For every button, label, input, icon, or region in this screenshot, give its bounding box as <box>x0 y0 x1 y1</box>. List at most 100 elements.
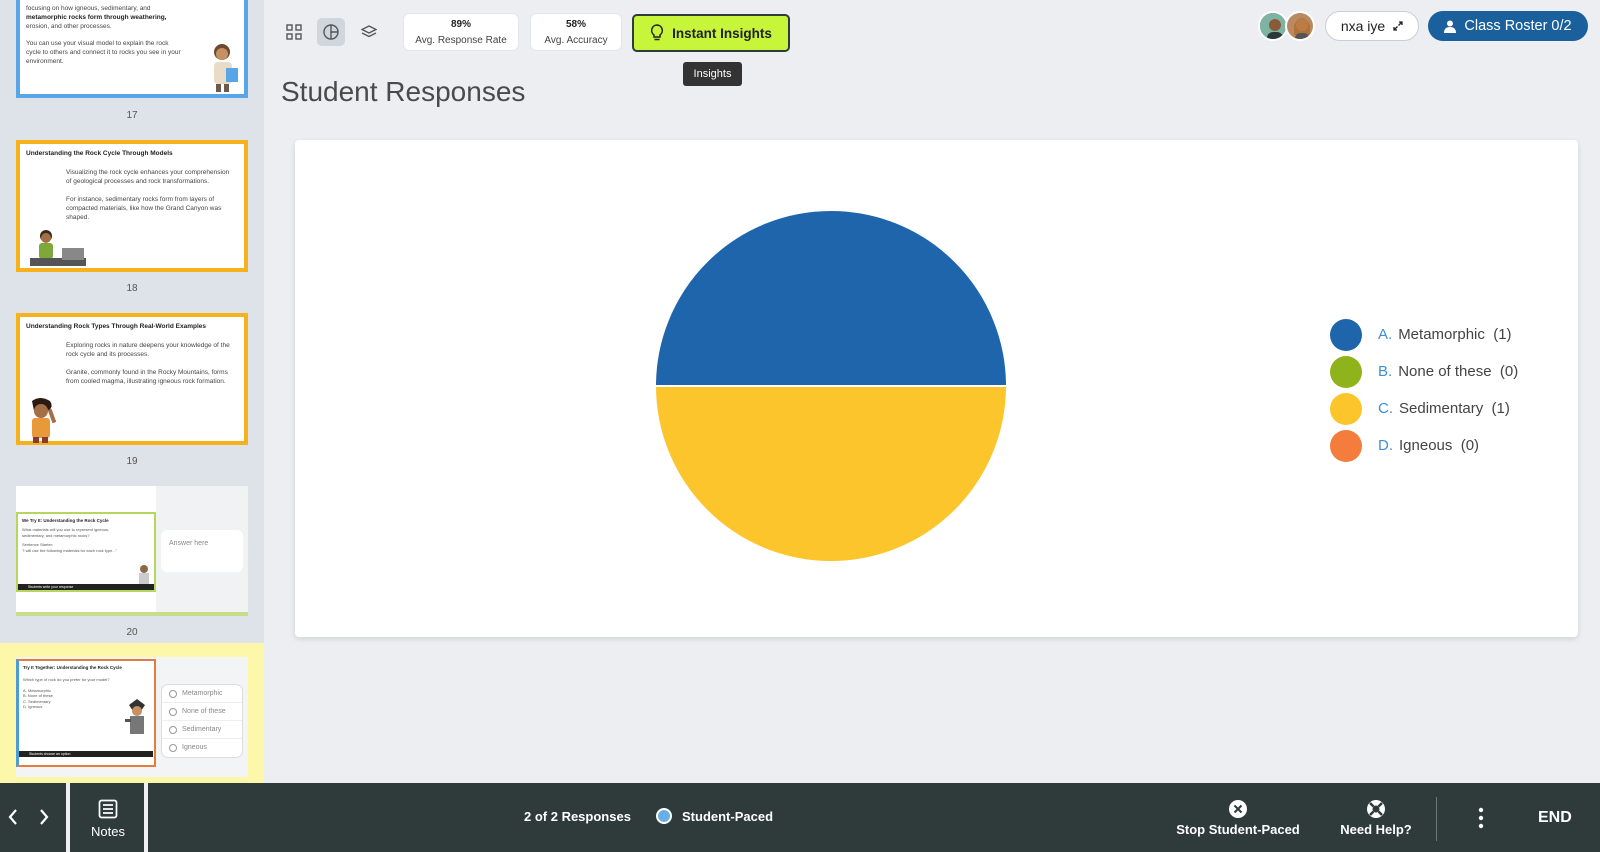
notes-button[interactable]: Notes <box>72 783 144 852</box>
insights-tooltip: Insights <box>683 62 742 86</box>
avatar[interactable] <box>1285 11 1315 41</box>
student-illustration <box>125 699 145 734</box>
divider <box>144 783 148 852</box>
slide-21-title: Try It Together: Understanding the Rock … <box>23 665 122 670</box>
person-icon <box>1444 20 1457 33</box>
slide-18-title: Understanding the Rock Cycle Through Mod… <box>26 150 173 157</box>
slide-20-title: We Try It: Understanding the Rock Cycle <box>22 518 109 523</box>
legend-label: Sedimentary (1) <box>1399 400 1510 417</box>
divider <box>66 783 70 852</box>
slide-sidebar[interactable]: focusing on how igneous, sedimentary, an… <box>0 0 264 783</box>
pie-slice-metamorphic <box>653 209 1009 387</box>
chevron-left-icon <box>8 809 17 825</box>
legend-letter: B. <box>1378 363 1393 380</box>
slide-number-17: 17 <box>126 110 138 121</box>
legend-swatch <box>1330 355 1362 388</box>
text-line: environment. <box>26 58 64 65</box>
legend-label: Igneous (0) <box>1399 437 1480 454</box>
option-preview: Sedimentary <box>162 721 242 739</box>
instant-insights-label: Instant Insights <box>672 25 772 41</box>
slide-20-body: What materials will you use to represent… <box>22 527 118 553</box>
user-name: nxa iye <box>1340 18 1386 34</box>
stat-value: 89% <box>450 19 471 30</box>
slide-thumbnail-18[interactable]: Understanding the Rock Cycle Through Mod… <box>16 140 248 272</box>
slide-20-preview: We Try It: Understanding the Rock Cycle … <box>16 512 156 592</box>
slide-number-19: 19 <box>126 456 138 467</box>
slide-19-title: Understanding Rock Types Through Real-Wo… <box>26 323 206 330</box>
slide-18-paragraph-2: For instance, sedimentary rocks form fro… <box>66 196 222 221</box>
pie-slice-sedimentary <box>653 385 1009 563</box>
legend-item: B. None of these (0) <box>1330 353 1518 390</box>
teacher-illustration <box>214 44 238 92</box>
slide-20-footer-bar: Students write your response <box>18 584 154 590</box>
slide-20-footer: Students write your response <box>28 585 74 589</box>
slide-thumbnail-21[interactable]: Try It Together: Understanding the Rock … <box>16 657 248 777</box>
slide-18-body: Visualizing the rock cycle enhances your… <box>66 168 234 231</box>
legend-item: A. Metamorphic (1) <box>1330 316 1518 353</box>
lightbulb-icon <box>651 24 664 41</box>
close-circle-icon <box>1229 800 1247 818</box>
slide-number-18: 18 <box>126 283 138 294</box>
responses-count: 2 of 2 Responses <box>524 809 631 824</box>
page-title: Student Responses <box>281 76 526 107</box>
slide-19-body: Exploring rocks in nature deepens your k… <box>66 341 234 395</box>
slide-18-paragraph-1: Visualizing the rock cycle enhances your… <box>66 169 230 185</box>
text-line: You can use your visual model to explain… <box>26 40 169 47</box>
avatar-image <box>1260 13 1286 39</box>
stop-student-paced-button[interactable]: Stop Student-Paced <box>1174 799 1302 837</box>
text-line: metamorphic rocks form through weatherin… <box>26 14 167 21</box>
legend-swatch <box>1330 429 1362 462</box>
legend-item: D. Igneous (0) <box>1330 427 1518 464</box>
legend-label: None of these (0) <box>1398 363 1519 380</box>
legend-label: Metamorphic (1) <box>1398 326 1512 343</box>
slide-20-starter: "I will use the following materials for … <box>22 547 118 553</box>
notes-icon <box>98 799 118 819</box>
lifebuoy-icon <box>1367 800 1385 818</box>
stop-student-paced-label: Stop Student-Paced <box>1176 822 1300 837</box>
stat-label: Avg. Accuracy <box>544 35 608 46</box>
grid-icon <box>286 24 302 40</box>
stat-label: Avg. Response Rate <box>415 35 507 46</box>
kebab-menu-icon <box>1478 807 1484 829</box>
layers-icon <box>361 25 377 38</box>
user-name-pill[interactable]: nxa iye <box>1325 11 1419 41</box>
student-illustration <box>30 230 86 266</box>
avg-accuracy-card: 58% Avg. Accuracy <box>530 13 622 51</box>
slide-thumbnail-17[interactable]: focusing on how igneous, sedimentary, an… <box>16 0 248 98</box>
notes-label: Notes <box>91 824 125 839</box>
chart-view-button[interactable] <box>317 18 345 46</box>
avatar[interactable] <box>1258 11 1288 41</box>
grid-view-button[interactable] <box>280 18 308 46</box>
slide-19-paragraph-1: Exploring rocks in nature deepens your k… <box>66 342 230 358</box>
end-session-button[interactable]: END <box>1538 809 1572 827</box>
pie-chart-icon <box>323 24 339 40</box>
text-line: cycle to others and connect it to rocks … <box>26 49 181 56</box>
answer-preview: Answer here <box>161 530 243 572</box>
slide-21-choice: D. Igneous <box>23 704 43 709</box>
stat-value: 58% <box>565 19 586 30</box>
more-options-button[interactable] <box>1474 807 1488 829</box>
text-line: focusing on how igneous, sedimentary, an… <box>26 5 151 12</box>
slide-21-footer: Students choose an option <box>29 752 71 756</box>
instant-insights-button[interactable]: Instant Insights <box>632 14 790 52</box>
class-roster-label: Class Roster 0/2 <box>1464 18 1572 34</box>
slide-17-text: focusing on how igneous, sedimentary, an… <box>26 4 206 66</box>
need-help-button[interactable]: Need Help? <box>1336 799 1416 837</box>
slide-number-20: 20 <box>126 627 138 638</box>
previous-slide-button[interactable] <box>3 805 23 829</box>
slide-thumbnail-20[interactable]: We Try It: Understanding the Rock Cycle … <box>16 486 248 616</box>
class-roster-button[interactable]: Class Roster 0/2 <box>1428 11 1588 41</box>
pacing-mode-label: Student-Paced <box>682 808 774 824</box>
slide-thumbnail-19[interactable]: Understanding Rock Types Through Real-Wo… <box>16 313 248 445</box>
student-illustration <box>32 398 57 443</box>
next-slide-button[interactable] <box>34 805 54 829</box>
slide-20-prompt: What materials will you use to represent… <box>22 527 110 538</box>
avatar-image <box>1287 13 1313 39</box>
bottom-bar: Notes 2 of 2 Responses Student-Paced Sto… <box>0 783 1600 852</box>
chart-legend: A. Metamorphic (1) B. None of these (0) C. Se… <box>1330 316 1518 464</box>
option-preview: Igneous <box>162 739 242 757</box>
slide-21-footer-bar: Students choose an option <box>19 751 153 757</box>
option-preview: None of these <box>162 703 242 721</box>
status-dot-icon <box>656 808 672 824</box>
layers-button[interactable] <box>355 18 383 46</box>
